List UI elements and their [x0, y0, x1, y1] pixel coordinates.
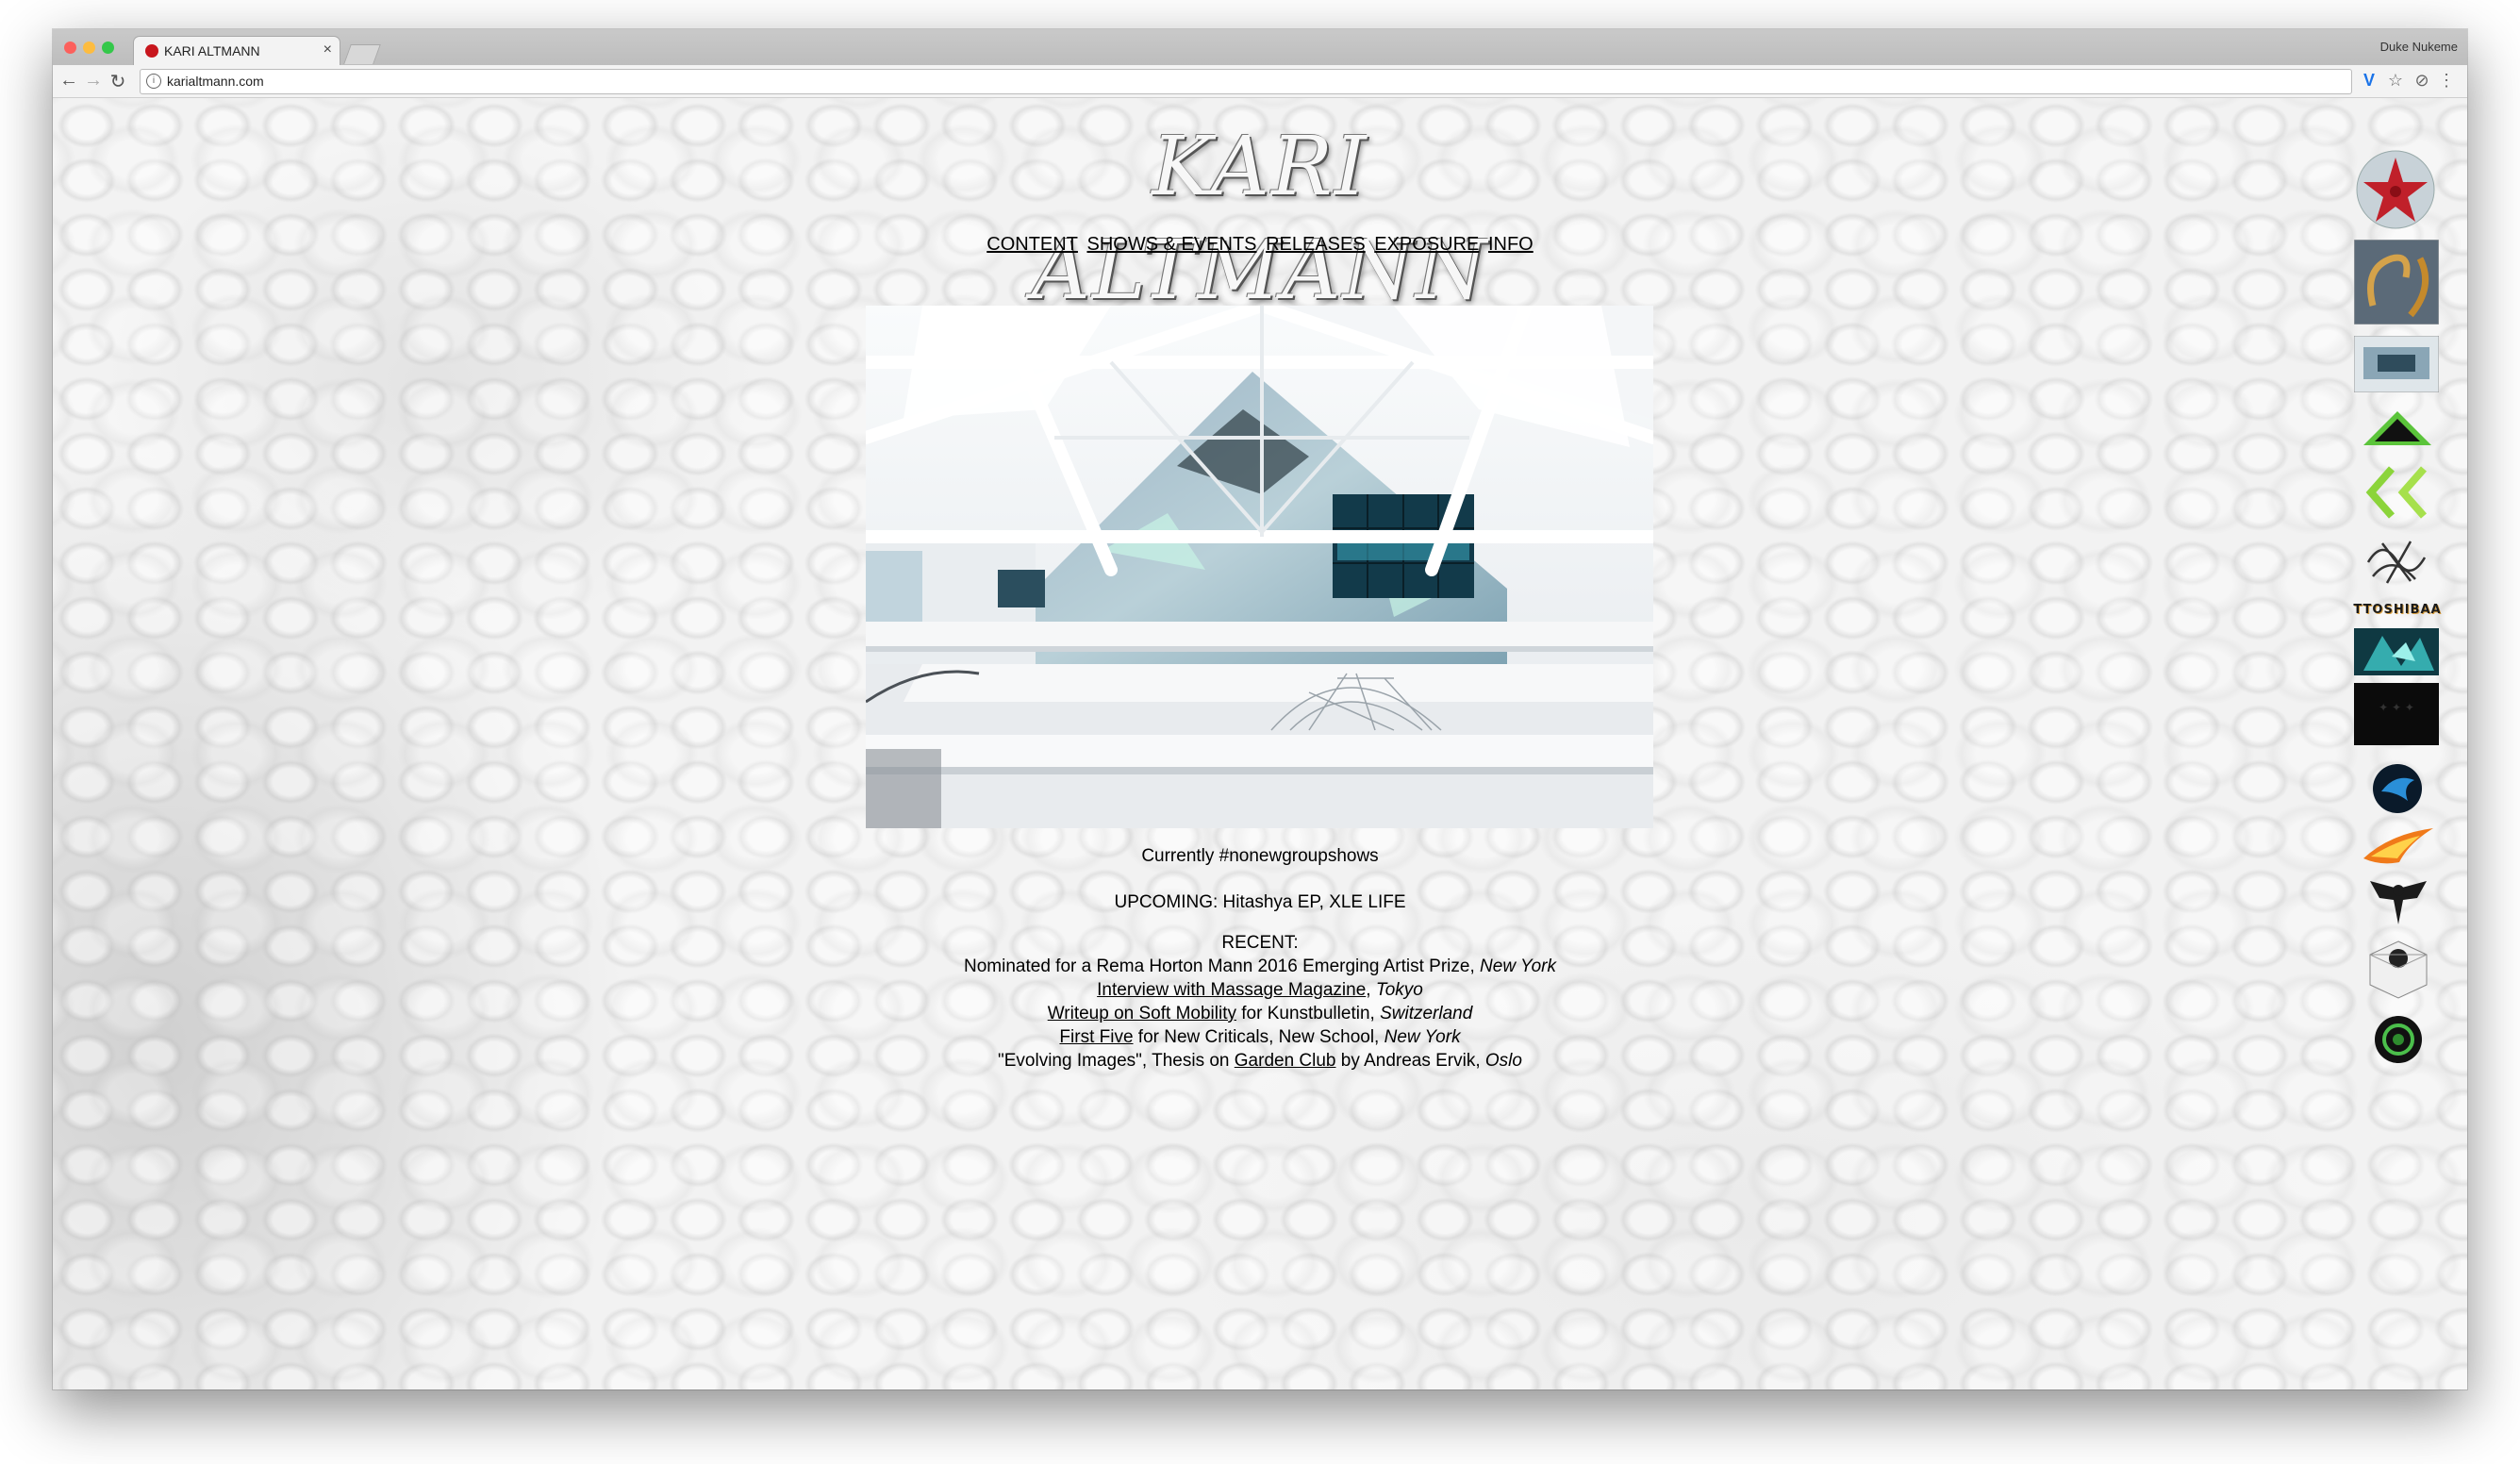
recent-item: Writeup on Soft Mobility for Kunstbullet… [1047, 1004, 1473, 1023]
tab-bar: KARI ALTMANN × Duke Nukeme [53, 29, 2467, 65]
recent-item: Interview with Massage Magazine, Tokyo [1097, 980, 1423, 1000]
menu-dots-icon[interactable]: ⋮ [2437, 71, 2456, 91]
forward-arrow-icon[interactable]: → [83, 70, 104, 92]
profile-name[interactable]: Duke Nukeme [2380, 40, 2458, 54]
blue-bird-icon[interactable] [2372, 763, 2423, 814]
main-nav: CONTENT SHOWS & EVENTS RELEASES EXPOSURE… [53, 234, 2467, 256]
page-viewport: KARI ALTMANN CONTENT SHOWS & EVENTS RELE… [53, 98, 2467, 1389]
scribble-icon[interactable] [2363, 534, 2429, 589]
first-five-link[interactable]: First Five [1059, 1027, 1133, 1047]
url-text: karialtmann.com [167, 74, 264, 89]
nav-content[interactable]: CONTENT [986, 234, 1078, 255]
nav-info[interactable]: INFO [1488, 234, 1534, 255]
green-circle-icon[interactable] [2374, 1015, 2423, 1064]
bookmark-star-icon[interactable]: ☆ [2386, 71, 2405, 91]
close-window-button[interactable] [64, 42, 76, 54]
browser-toolbar: ← → ↻ i karialtmann.com V ☆ ⊘ ⋮ [53, 65, 2467, 98]
close-tab-icon[interactable]: × [323, 42, 332, 58]
site-logo[interactable]: KARI ALTMANN [920, 115, 1600, 318]
recent-item: "Evolving Images", Thesis on Garden Club… [998, 1051, 1522, 1071]
garden-club-link[interactable]: Garden Club [1235, 1051, 1336, 1071]
nav-exposure[interactable]: EXPOSURE [1374, 234, 1479, 255]
news-block: Currently #nonewgroupshows UPCOMING: Hit… [53, 844, 2467, 1073]
interview-link[interactable]: Interview with Massage Magazine [1097, 980, 1366, 1000]
site-info-icon[interactable]: i [146, 74, 161, 89]
browser-tab[interactable]: KARI ALTMANN × [134, 37, 340, 65]
svg-text:✦ ✦ ✦: ✦ ✦ ✦ [2379, 701, 2414, 714]
green-arrows-icon[interactable] [2363, 464, 2429, 521]
recent-heading: RECENT: [1221, 933, 1299, 953]
golden-hooks-icon[interactable] [2353, 239, 2440, 325]
nav-releases[interactable]: RELEASES [1266, 234, 1366, 255]
teal-crystal-icon[interactable] [2354, 628, 2439, 675]
extension-v-icon[interactable]: V [2360, 71, 2379, 91]
recent-item: First Five for New Criticals, New School… [1059, 1027, 1461, 1047]
dark-text-icon[interactable]: ✦ ✦ ✦ [2354, 683, 2439, 745]
fire-swoosh-icon[interactable] [2362, 824, 2435, 866]
extension-icon[interactable]: ⊘ [2412, 71, 2431, 91]
ttoshibaa-logo[interactable]: TTOSHIBAA [2352, 603, 2443, 622]
writeup-link[interactable]: Writeup on Soft Mobility [1048, 1004, 1236, 1023]
back-arrow-icon[interactable]: ← [58, 70, 79, 92]
green-pyramid-icon[interactable] [2362, 409, 2433, 449]
browser-window: KARI ALTMANN × Duke Nukeme ← → ↻ i karia… [53, 29, 2467, 1389]
reload-icon[interactable]: ↻ [108, 70, 128, 93]
tab-title: KARI ALTMANN [164, 43, 260, 58]
favicon-icon [145, 44, 158, 58]
gallery-room-icon[interactable] [2353, 335, 2440, 393]
recent-item: Nominated for a Rema Horton Mann 2016 Em… [964, 957, 1556, 976]
eagle-emblem-icon[interactable] [2365, 877, 2431, 928]
currently-text: Currently #nonewgroupshows [1141, 846, 1379, 866]
nav-shows-events[interactable]: SHOWS & EVENTS [1086, 234, 1256, 255]
new-tab-button[interactable] [343, 44, 381, 64]
gallery-installation-photo[interactable] [866, 306, 1653, 828]
minimize-window-button[interactable] [83, 42, 95, 54]
starfish-icon[interactable] [2356, 150, 2435, 229]
address-bar[interactable]: i karialtmann.com [140, 69, 2352, 94]
upcoming-text: UPCOMING: Hitashya EP, XLE LIFE [1114, 892, 1406, 912]
maximize-window-button[interactable] [102, 42, 114, 54]
white-box-icon[interactable] [2366, 938, 2430, 1000]
